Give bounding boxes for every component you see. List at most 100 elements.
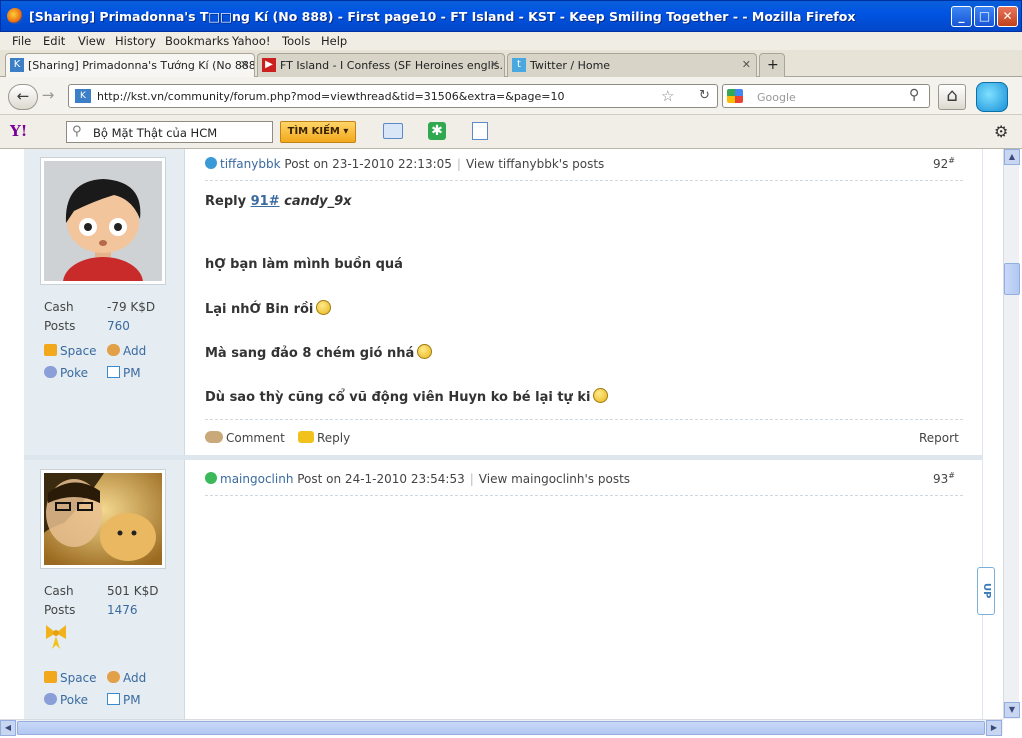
post-number-sup: # bbox=[948, 471, 955, 480]
scroll-right-arrow-icon[interactable]: ▶ bbox=[986, 720, 1002, 736]
add-label: Add bbox=[123, 344, 147, 358]
report-link[interactable]: Report bbox=[919, 431, 959, 445]
tab-youtube[interactable]: ▶ FT Island - I Confess (SF Heroines eng… bbox=[257, 53, 505, 77]
kst-favicon-icon: K bbox=[10, 58, 24, 72]
author-link[interactable]: maingoclinh bbox=[220, 472, 293, 486]
online-status-icon bbox=[205, 157, 217, 169]
close-window-button[interactable]: ✕ bbox=[997, 6, 1018, 27]
posts-value[interactable]: 760 bbox=[107, 319, 130, 333]
tab-forum[interactable]: K [Sharing] Primadonna's Tướng Kí (No 88… bbox=[5, 53, 255, 78]
home-icon bbox=[44, 671, 57, 683]
menu-edit[interactable]: Edit bbox=[43, 34, 65, 48]
reply-ref-link[interactable]: 91# bbox=[251, 194, 280, 209]
reply-button[interactable]: Reply bbox=[298, 431, 350, 445]
cash-label: Cash bbox=[44, 300, 74, 314]
view-posts-link[interactable]: View tiffanybbk's posts bbox=[466, 157, 604, 171]
minimize-button[interactable]: _ bbox=[951, 6, 972, 27]
new-tab-button[interactable]: + bbox=[759, 53, 785, 77]
horizontal-scrollbar[interactable]: ◀ ▶ bbox=[0, 719, 1003, 736]
cartoon-avatar-image bbox=[44, 161, 162, 309]
yahoo-logo[interactable]: Y! bbox=[10, 122, 27, 140]
menu-help[interactable]: Help bbox=[321, 34, 347, 48]
scroll-down-arrow-icon[interactable]: ▼ bbox=[1004, 702, 1020, 718]
posts-label: Posts bbox=[44, 603, 76, 617]
page-margin bbox=[0, 149, 24, 719]
avatar[interactable] bbox=[40, 469, 166, 569]
menu-view[interactable]: View bbox=[78, 34, 105, 48]
header-divider bbox=[205, 180, 963, 181]
post-date: Post on 23-1-2010 22:13:05 bbox=[284, 157, 452, 171]
scroll-left-arrow-icon[interactable]: ◀ bbox=[0, 720, 16, 736]
tab-twitter[interactable]: t Twitter / Home ✕ bbox=[507, 53, 757, 77]
reply-to-user: candy_9x bbox=[284, 194, 352, 209]
menu-bar: File Edit View History Bookmarks Yahoo! … bbox=[0, 32, 1022, 50]
add-friend-link[interactable]: Add bbox=[107, 671, 146, 685]
site-favicon-icon: K bbox=[75, 89, 91, 103]
view-posts-link[interactable]: View maingoclinh's posts bbox=[479, 472, 630, 486]
notepad-icon[interactable] bbox=[472, 122, 488, 140]
firefox-icon bbox=[7, 8, 23, 24]
menu-yahoo[interactable]: Yahoo! bbox=[232, 34, 270, 48]
handshake-icon bbox=[107, 671, 120, 683]
home-button[interactable]: ⌂ bbox=[938, 84, 966, 110]
yahoo-toolbar: Y! ⚲ Bộ Mặt Thật của HCM TÌM KIẾM ▾ ✱ ⚙ bbox=[0, 115, 1022, 149]
author-link[interactable]: tiffanybbk bbox=[220, 157, 281, 171]
menu-bookmarks[interactable]: Bookmarks bbox=[165, 34, 229, 48]
pm-link[interactable]: PM bbox=[107, 693, 141, 707]
sleepy-smiley-icon bbox=[316, 300, 332, 315]
poke-label: Poke bbox=[60, 693, 89, 707]
close-tab-icon[interactable]: ✕ bbox=[240, 58, 249, 71]
reload-icon[interactable]: ↻ bbox=[699, 88, 710, 103]
posts-value[interactable]: 1476 bbox=[107, 603, 138, 617]
reply-quote: Reply 91# candy_9x bbox=[205, 194, 352, 209]
maximize-button[interactable]: □ bbox=[974, 6, 995, 27]
search-box[interactable]: Google ⚲ bbox=[722, 84, 930, 108]
url-text[interactable]: http://kst.vn/community/forum.php?mod=vi… bbox=[97, 90, 565, 103]
close-tab-icon[interactable]: ✕ bbox=[490, 58, 499, 71]
add-friend-link[interactable]: Add bbox=[107, 344, 146, 358]
google-icon bbox=[727, 89, 743, 103]
smiley-icon bbox=[417, 344, 433, 359]
pm-label: PM bbox=[123, 366, 141, 380]
tab-label: FT Island - I Confess (SF Heroines engli… bbox=[280, 59, 505, 72]
space-link[interactable]: Space bbox=[44, 344, 97, 358]
space-link[interactable]: Space bbox=[44, 671, 97, 685]
menu-history[interactable]: History bbox=[115, 34, 156, 48]
mail-icon[interactable] bbox=[383, 123, 403, 139]
yahoo-search-input[interactable]: ⚲ Bộ Mặt Thật của HCM bbox=[66, 121, 273, 143]
photo-avatar-image bbox=[44, 473, 162, 565]
poke-link[interactable]: Poke bbox=[44, 693, 88, 707]
poke-link[interactable]: Poke bbox=[44, 366, 88, 380]
message-line: Dù sao thỳ cũng cổ vũ động viên Huyn ko … bbox=[205, 388, 609, 405]
scrollbar-thumb[interactable] bbox=[1004, 263, 1020, 295]
gadget-icon[interactable]: ✱ bbox=[428, 122, 446, 140]
back-button[interactable]: ← bbox=[8, 84, 38, 110]
gear-icon[interactable]: ⚙ bbox=[994, 122, 1008, 141]
post-header: maingoclinh Post on 24-1-2010 23:54:53 | V… bbox=[205, 472, 630, 486]
ribbon-medal-icon bbox=[44, 623, 68, 655]
menu-tools[interactable]: Tools bbox=[282, 34, 310, 48]
skype-icon[interactable] bbox=[976, 82, 1008, 112]
vertical-scrollbar[interactable]: ▲ ▼ bbox=[1003, 149, 1020, 719]
scroll-up-button[interactable]: UP bbox=[977, 567, 995, 615]
cash-value: 501 K$D bbox=[107, 584, 159, 598]
poke-icon bbox=[44, 693, 57, 705]
scrollbar-thumb[interactable] bbox=[17, 721, 985, 735]
scroll-up-arrow-icon[interactable]: ▲ bbox=[1004, 149, 1020, 165]
pm-link[interactable]: PM bbox=[107, 366, 141, 380]
menu-file[interactable]: File bbox=[12, 34, 31, 48]
footer-divider bbox=[205, 419, 963, 420]
home-icon bbox=[44, 344, 57, 356]
bookmark-star-icon[interactable]: ☆ bbox=[661, 87, 674, 105]
close-tab-icon[interactable]: ✕ bbox=[742, 58, 751, 71]
avatar[interactable] bbox=[40, 157, 166, 309]
yahoo-search-button[interactable]: TÌM KIẾM ▾ bbox=[280, 121, 356, 143]
forward-button[interactable]: → bbox=[38, 84, 58, 110]
address-bar[interactable]: K http://kst.vn/community/forum.php?mod=… bbox=[68, 84, 718, 108]
post-number[interactable]: 93# bbox=[933, 471, 955, 486]
comment-button[interactable]: Comment bbox=[205, 431, 285, 445]
yahoo-query[interactable]: Bộ Mặt Thật của HCM bbox=[93, 126, 217, 140]
post-number[interactable]: 92# bbox=[933, 156, 955, 171]
poke-label: Poke bbox=[60, 366, 89, 380]
search-icon[interactable]: ⚲ bbox=[909, 87, 919, 103]
